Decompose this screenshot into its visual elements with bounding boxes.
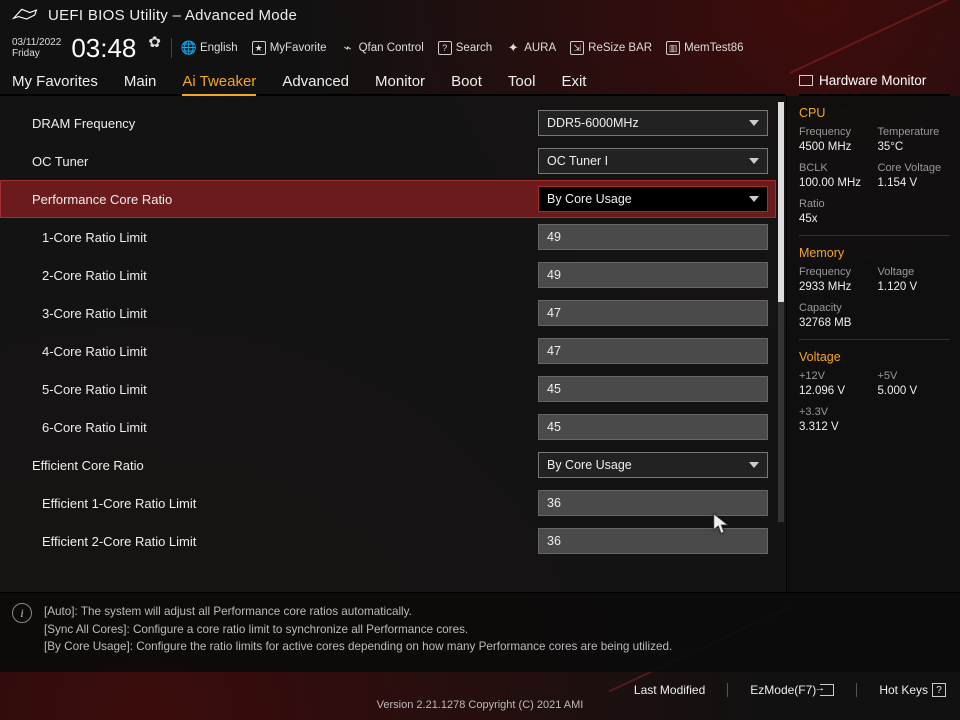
title-bar: UEFI BIOS Utility – Advanced Mode <box>0 0 960 30</box>
tabs: My Favorites Main Ai Tweaker Advanced Mo… <box>0 66 786 96</box>
version-text: Version 2.21.1278 Copyright (C) 2021 AMI <box>0 699 960 711</box>
setting-label: 4-Core Ratio Limit <box>32 344 538 359</box>
setting-row[interactable]: OC TunerOC Tuner I <box>0 142 776 180</box>
fan-icon: ⌁ <box>341 41 355 55</box>
hw-cpu-title: CPU <box>799 106 950 120</box>
setting-value-input[interactable]: 49 <box>538 224 768 250</box>
setting-row[interactable]: 5-Core Ratio Limit45 <box>0 370 776 408</box>
monitor-icon <box>799 75 813 86</box>
setting-row[interactable]: 4-Core Ratio Limit47 <box>0 332 776 370</box>
page-title: UEFI BIOS Utility – Advanced Mode <box>48 7 297 24</box>
setting-value-input[interactable]: 45 <box>538 376 768 402</box>
last-modified-link[interactable]: Last Modified <box>634 683 705 697</box>
setting-row[interactable]: 2-Core Ratio Limit49 <box>0 256 776 294</box>
scrollbar[interactable] <box>778 102 784 522</box>
help-line: [Auto]: The system will adjust all Perfo… <box>44 603 672 621</box>
date-box: 03/11/2022 Friday <box>12 37 61 60</box>
setting-value-input[interactable]: 49 <box>538 262 768 288</box>
tab-boot[interactable]: Boot <box>451 69 482 94</box>
setting-value-input[interactable]: 36 <box>538 490 768 516</box>
hw-title: Hardware Monitor <box>799 66 950 96</box>
help-line: [Sync All Cores]: Configure a core ratio… <box>44 621 672 639</box>
tab-monitor[interactable]: Monitor <box>375 69 425 94</box>
setting-label: Efficient 1-Core Ratio Limit <box>32 496 538 511</box>
tab-ai-tweaker[interactable]: Ai Tweaker <box>182 69 256 96</box>
question-icon: ? <box>438 41 452 55</box>
tab-my-favorites[interactable]: My Favorites <box>12 69 98 94</box>
setting-value-input[interactable]: 47 <box>538 338 768 364</box>
gear-icon[interactable]: ✿ <box>148 33 161 51</box>
qfan-link[interactable]: ⌁Qfan Control <box>341 41 424 55</box>
top-links: 🌐English ★MyFavorite ⌁Qfan Control ?Sear… <box>182 41 744 55</box>
setting-value-input[interactable]: 36 <box>538 528 768 554</box>
setting-row[interactable]: Performance Core RatioBy Core Usage <box>0 180 776 218</box>
setting-label: OC Tuner <box>32 154 538 169</box>
hw-mem-title: Memory <box>799 246 950 260</box>
setting-label: 3-Core Ratio Limit <box>32 306 538 321</box>
setting-label: DRAM Frequency <box>32 116 538 131</box>
hotkeys-link[interactable]: Hot Keys? <box>879 683 946 697</box>
aura-link[interactable]: ✦AURA <box>506 41 556 55</box>
setting-label: 2-Core Ratio Limit <box>32 268 538 283</box>
setting-row[interactable]: Efficient 1-Core Ratio Limit36 <box>0 484 776 522</box>
search-link[interactable]: ?Search <box>438 41 492 55</box>
setting-label: Efficient 2-Core Ratio Limit <box>32 534 538 549</box>
setting-dropdown[interactable]: By Core Usage <box>538 452 768 478</box>
rog-logo <box>12 6 38 24</box>
hw-volt-title: Voltage <box>799 350 950 364</box>
setting-row[interactable]: DRAM FrequencyDDR5-6000MHz <box>0 104 776 142</box>
setting-value-input[interactable]: 45 <box>538 414 768 440</box>
setting-row[interactable]: 3-Core Ratio Limit47 <box>0 294 776 332</box>
tab-exit[interactable]: Exit <box>561 69 586 94</box>
clock: 03:48 <box>71 33 136 64</box>
setting-value-input[interactable]: 47 <box>538 300 768 326</box>
setting-row[interactable]: 1-Core Ratio Limit49 <box>0 218 776 256</box>
chip-icon: ▥ <box>666 41 680 55</box>
globe-icon: 🌐 <box>182 41 196 55</box>
arrow-out-icon <box>820 684 834 696</box>
question-icon: ? <box>932 683 946 697</box>
scroll-thumb[interactable] <box>778 102 784 302</box>
setting-dropdown[interactable]: OC Tuner I <box>538 148 768 174</box>
date: 03/11/2022 <box>12 37 61 49</box>
info-icon: i <box>12 603 32 623</box>
setting-label: 6-Core Ratio Limit <box>32 420 538 435</box>
hardware-monitor: Hardware Monitor CPU FrequencyTemperatur… <box>786 96 960 592</box>
footer: Last Modified EzMode(F7) Hot Keys? Versi… <box>0 672 960 720</box>
star-icon: ★ <box>252 41 266 55</box>
resize-icon: ⇲ <box>570 41 584 55</box>
setting-row[interactable]: Efficient Core RatioBy Core Usage <box>0 446 776 484</box>
setting-dropdown[interactable]: By Core Usage <box>538 186 768 212</box>
language-link[interactable]: 🌐English <box>182 41 238 55</box>
resizebar-link[interactable]: ⇲ReSize BAR <box>570 41 652 55</box>
chevron-down-icon <box>749 462 759 468</box>
help-box: i [Auto]: The system will adjust all Per… <box>0 592 960 672</box>
setting-row[interactable]: 6-Core Ratio Limit45 <box>0 408 776 446</box>
setting-row[interactable]: Efficient 2-Core Ratio Limit36 <box>0 522 776 560</box>
info-bar: 03/11/2022 Friday 03:48 ✿ 🌐English ★MyFa… <box>0 30 960 66</box>
chevron-down-icon <box>749 120 759 126</box>
help-line: [By Core Usage]: Configure the ratio lim… <box>44 638 672 656</box>
settings-panel: DRAM FrequencyDDR5-6000MHzOC TunerOC Tun… <box>0 96 786 592</box>
chevron-down-icon <box>749 158 759 164</box>
myfavorite-link[interactable]: ★MyFavorite <box>252 41 327 55</box>
tab-tool[interactable]: Tool <box>508 69 536 94</box>
chevron-down-icon <box>749 196 759 202</box>
ezmode-link[interactable]: EzMode(F7) <box>750 683 834 697</box>
setting-dropdown[interactable]: DDR5-6000MHz <box>538 110 768 136</box>
setting-label: 1-Core Ratio Limit <box>32 230 538 245</box>
tab-advanced[interactable]: Advanced <box>282 69 349 94</box>
setting-label: Efficient Core Ratio <box>32 458 538 473</box>
setting-label: 5-Core Ratio Limit <box>32 382 538 397</box>
weekday: Friday <box>12 48 61 60</box>
memtest-link[interactable]: ▥MemTest86 <box>666 41 743 55</box>
setting-label: Performance Core Ratio <box>32 192 538 207</box>
tab-main[interactable]: Main <box>124 69 157 94</box>
aura-icon: ✦ <box>506 41 520 55</box>
